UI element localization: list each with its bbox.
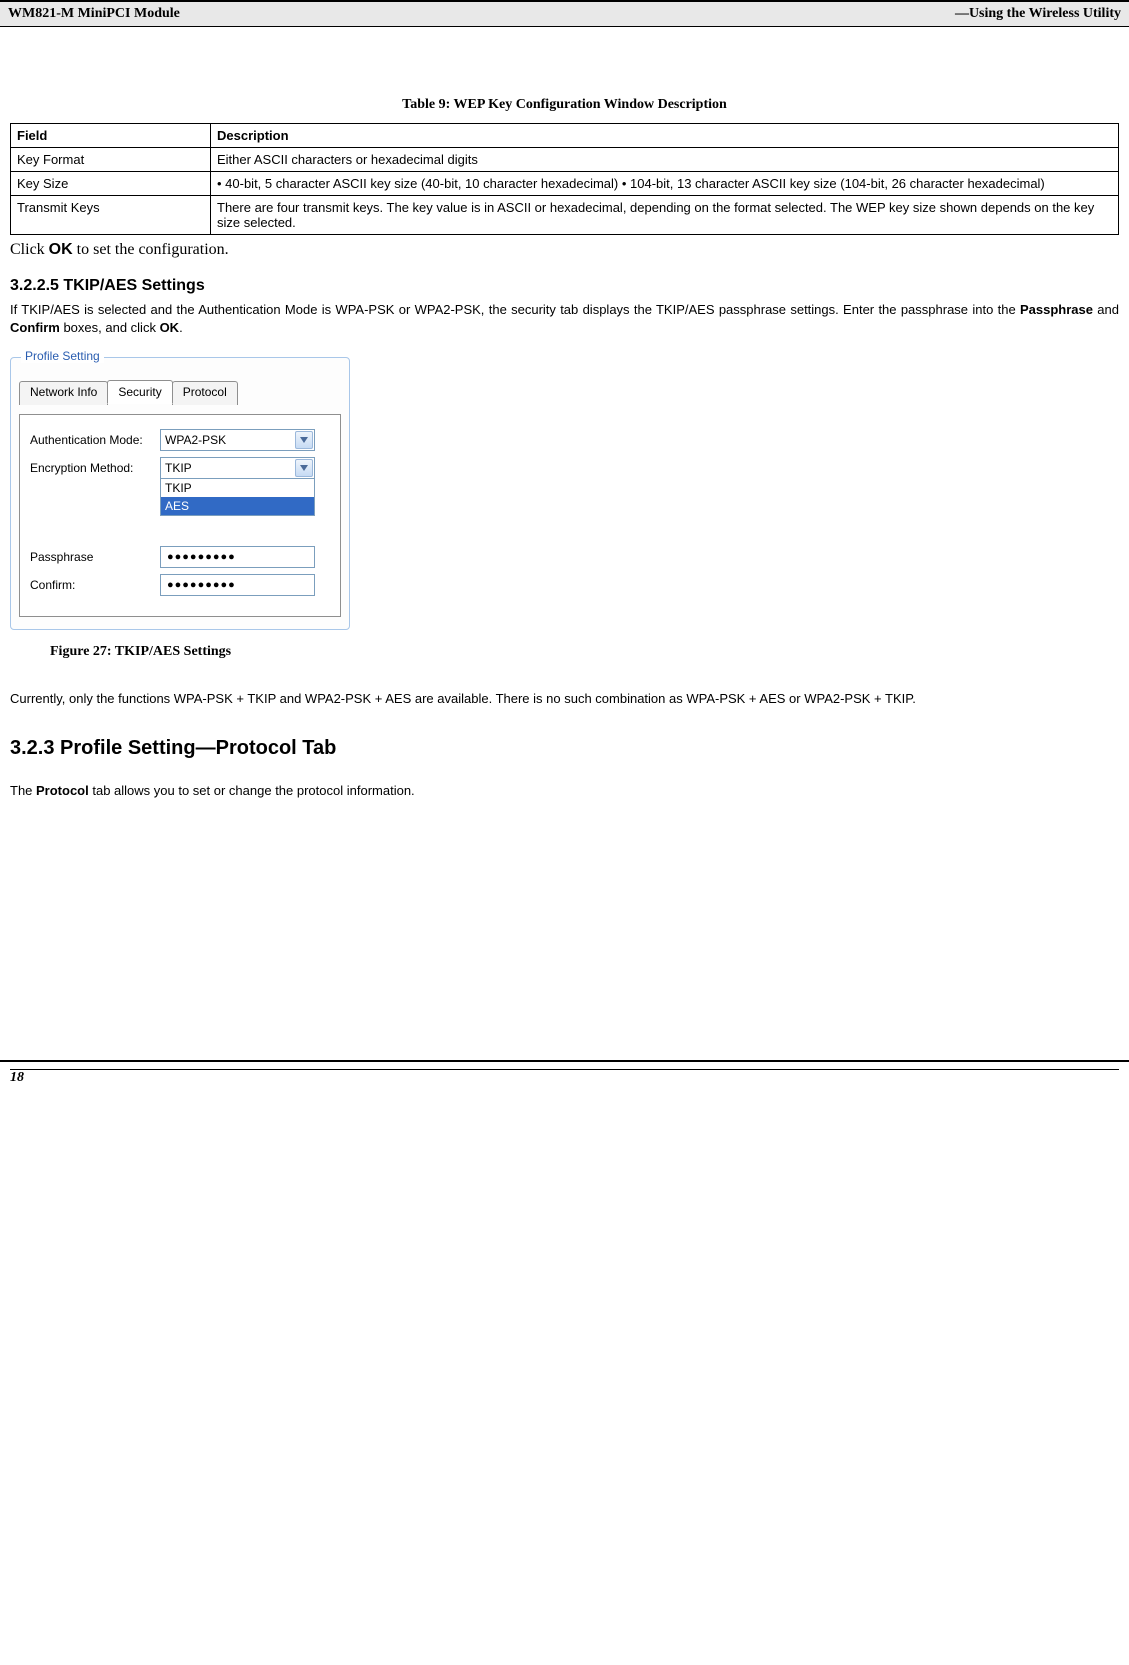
table-row: Transmit Keys There are four transmit ke… (11, 196, 1119, 235)
table-header-description: Description (211, 124, 1119, 148)
tab-protocol[interactable]: Protocol (172, 381, 238, 405)
confirm-label: Confirm: (30, 578, 160, 592)
chevron-down-icon[interactable] (295, 431, 313, 449)
tkip-paragraph: If TKIP/AES is selected and the Authenti… (10, 301, 1119, 337)
passphrase-label: Passphrase (30, 550, 160, 564)
protocol-paragraph: The Protocol tab allows you to set or ch… (10, 782, 1119, 800)
figure-caption: Figure 27: TKIP/AES Settings (50, 644, 1119, 660)
cell-desc: Either ASCII characters or hexadecimal d… (211, 148, 1119, 172)
cell-field: Key Size (11, 172, 211, 196)
encryption-method-label: Encryption Method: (30, 461, 160, 475)
profile-setting-dialog: Profile Setting Network Info Security Pr… (10, 357, 350, 630)
security-tab-panel: Authentication Mode: WPA2-PSK Encryption… (19, 414, 341, 617)
dropdown-item-tkip[interactable]: TKIP (161, 479, 314, 497)
cell-desc: • 40-bit, 5 character ASCII key size (40… (211, 172, 1119, 196)
auth-mode-value: WPA2-PSK (165, 433, 226, 447)
tab-network-info[interactable]: Network Info (19, 381, 108, 405)
page-footer: 18 (0, 1060, 1129, 1092)
click-ok-text: Click OK to set the configuration. (10, 241, 1119, 259)
encryption-method-combo[interactable]: TKIP (160, 457, 315, 479)
table-row: Key Size • 40-bit, 5 character ASCII key… (11, 172, 1119, 196)
page-header: WM821-M MiniPCI Module —Using the Wirele… (0, 0, 1129, 27)
page-number: 18 (10, 1070, 24, 1085)
passphrase-input[interactable] (160, 546, 315, 568)
auth-mode-combo[interactable]: WPA2-PSK (160, 429, 315, 451)
chevron-down-icon[interactable] (295, 459, 313, 477)
cell-field: Transmit Keys (11, 196, 211, 235)
confirm-input[interactable] (160, 574, 315, 596)
header-left: WM821-M MiniPCI Module (8, 6, 180, 22)
header-right: —Using the Wireless Utility (955, 6, 1121, 22)
section-heading-protocol: 3.2.3 Profile Setting—Protocol Tab (10, 737, 1119, 760)
cell-field: Key Format (11, 148, 211, 172)
section-heading-tkip: 3.2.2.5 TKIP/AES Settings (10, 277, 1119, 295)
wep-config-table: Field Description Key Format Either ASCI… (10, 123, 1119, 235)
table-header-field: Field (11, 124, 211, 148)
dropdown-item-aes[interactable]: AES (161, 497, 314, 515)
tab-strip: Network Info Security Protocol (19, 380, 341, 404)
currently-paragraph: Currently, only the functions WPA-PSK + … (10, 690, 1119, 708)
auth-mode-label: Authentication Mode: (30, 433, 160, 447)
table-row: Key Format Either ASCII characters or he… (11, 148, 1119, 172)
tab-security[interactable]: Security (107, 380, 172, 404)
table-caption: Table 9: WEP Key Configuration Window De… (10, 97, 1119, 113)
group-box-title: Profile Setting (21, 349, 104, 363)
encryption-dropdown-list: TKIP AES (160, 479, 315, 516)
encryption-method-value: TKIP (165, 461, 192, 475)
cell-desc: There are four transmit keys. The key va… (211, 196, 1119, 235)
